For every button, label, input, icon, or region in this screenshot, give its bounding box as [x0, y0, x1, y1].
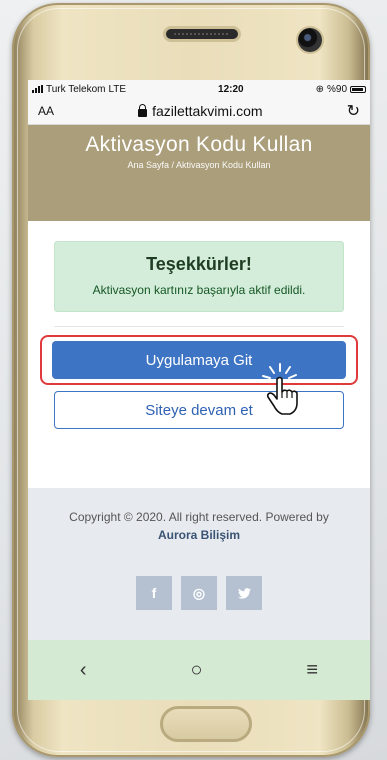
phone-screen: Turk Telekom LTE 12:20 ⊕ %90 AA fazilett… — [28, 80, 370, 700]
footer: Copyright © 2020. All right reserved. Po… — [28, 488, 370, 640]
alert-message: Aktivasyon kartınız başarıyla aktif edil… — [92, 283, 306, 297]
text-size-button[interactable]: AA — [38, 104, 54, 118]
address-bar[interactable]: AA fazilettakvimi.com ↻ — [28, 98, 370, 125]
clock: 12:20 — [218, 83, 244, 95]
alert-title: Teşekkürler! — [146, 254, 252, 274]
success-alert: Teşekkürler! Aktivasyon kartınız başarıy… — [54, 241, 344, 312]
tap-hand-icon — [262, 363, 298, 415]
home-nav-icon[interactable]: ○ — [190, 659, 202, 682]
network-type: LTE — [108, 83, 127, 95]
url-text[interactable]: fazilettakvimi.com — [152, 103, 262, 119]
battery-percent: %90 — [326, 83, 347, 95]
android-nav-bar: ‹ ○ ≡ — [28, 640, 370, 700]
recents-icon[interactable]: ≡ — [306, 659, 318, 682]
front-camera — [298, 28, 322, 52]
alarm-icon: ⊕ — [315, 83, 324, 95]
company-link[interactable]: Aurora Bilişim — [158, 528, 240, 542]
signal-icon — [32, 85, 43, 93]
breadcrumb[interactable]: Ana Sayfa / Aktivasyon Kodu Kullan — [28, 160, 370, 170]
social-links: f ◎ — [28, 576, 370, 610]
main-content: Teşekkürler! Aktivasyon kartınız başarıy… — [28, 221, 370, 429]
page-header: Aktivasyon Kodu Kullan Ana Sayfa / Aktiv… — [28, 125, 370, 221]
status-bar: Turk Telekom LTE 12:20 ⊕ %90 — [28, 80, 370, 98]
lock-icon — [138, 103, 148, 117]
highlight-box: Uygulamaya Git — [40, 335, 358, 385]
copyright-text: Copyright © 2020. All right reserved. Po… — [28, 488, 370, 544]
copyright-line: Copyright © 2020. All right reserved. Po… — [69, 510, 329, 524]
home-button[interactable] — [160, 706, 252, 742]
facebook-icon[interactable]: f — [136, 576, 172, 610]
instagram-icon[interactable]: ◎ — [181, 576, 217, 610]
reload-icon[interactable]: ↻ — [347, 101, 360, 121]
divider — [54, 326, 344, 327]
back-icon[interactable]: ‹ — [80, 659, 87, 682]
page-title: Aktivasyon Kodu Kullan — [85, 133, 313, 156]
twitter-icon[interactable] — [226, 576, 262, 610]
speaker-grille — [163, 26, 241, 42]
carrier-name: Turk Telekom — [46, 83, 106, 95]
battery-icon — [350, 85, 366, 93]
